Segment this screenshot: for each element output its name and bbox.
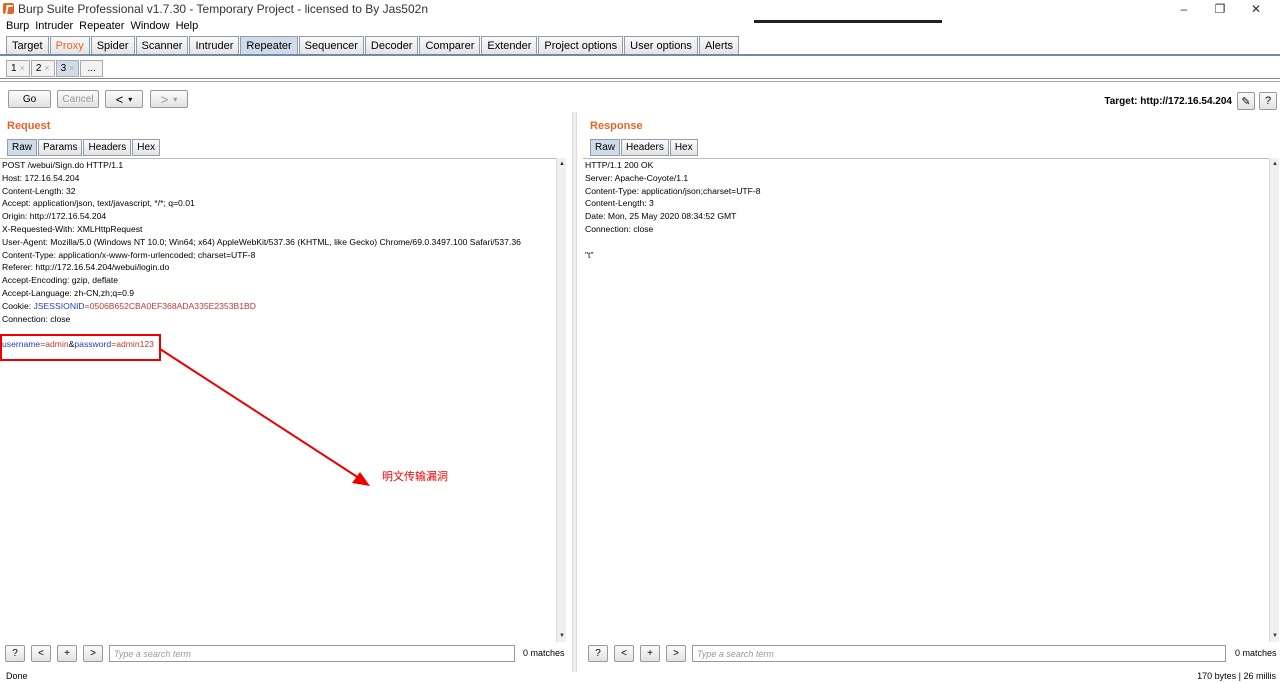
annotation-label: 明文传输漏洞 [382, 471, 448, 483]
annotation-arrow [159, 348, 370, 486]
